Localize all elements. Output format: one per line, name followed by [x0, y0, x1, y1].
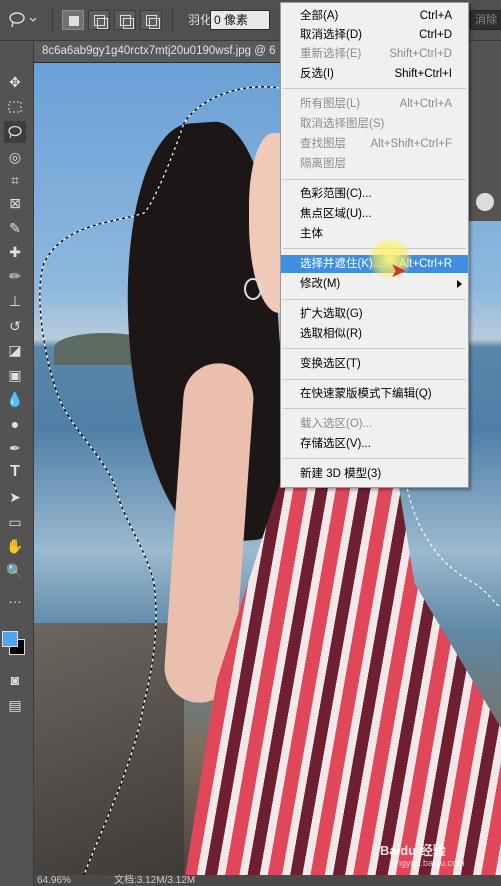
menu-item-all[interactable]: 全部(A) Ctrl+A — [281, 7, 468, 25]
move-tool-icon[interactable]: ✥ — [4, 71, 26, 93]
watermark-logo: Baidu 经验 — [380, 843, 446, 858]
marquee-tool-icon[interactable] — [4, 96, 26, 118]
intersect-selection-mode-button[interactable] — [140, 10, 162, 30]
menu-separator — [283, 179, 466, 180]
menu-separator — [283, 379, 466, 380]
menu-item-new-3d-extrusion[interactable]: 新建 3D 模型(3) — [281, 465, 468, 483]
divider — [52, 8, 53, 32]
menu-item-transform-selection[interactable]: 变换选区(T) — [281, 355, 468, 373]
clone-stamp-icon[interactable]: ⊥ — [4, 290, 26, 312]
feather-input[interactable]: 0 像素 — [210, 10, 270, 30]
menu-item-all-layers[interactable]: 所有图层(L) Alt+Ctrl+A — [281, 95, 468, 113]
menu-item-subject[interactable]: 主体 — [281, 225, 468, 243]
menu-item-color-range[interactable]: 色彩范围(C)... — [281, 185, 468, 203]
pen-tool-icon[interactable]: ✒ — [4, 437, 26, 459]
divider — [172, 8, 173, 32]
healing-brush-icon[interactable]: ✚ — [4, 241, 26, 263]
menu-item-focus-area[interactable]: 焦点区域(U)... — [281, 205, 468, 223]
brush-tool-icon[interactable]: ✏ — [4, 265, 26, 287]
hand-tool-icon[interactable]: ✋ — [4, 535, 26, 557]
menu-item-deselect-layers[interactable]: 取消选择图层(S) — [281, 115, 468, 133]
path-select-icon[interactable]: ➤ — [4, 486, 26, 508]
status-bar: 64.96% 文档:3.12M/3.12M — [34, 875, 501, 886]
menu-separator — [283, 348, 466, 349]
anti-alias-field[interactable]: 消除 — [470, 10, 501, 30]
watermark-url: jingyan.baidu.com — [392, 858, 465, 868]
subtract-selection-mode-button[interactable] — [114, 10, 136, 30]
menu-item-similar[interactable]: 选取相似(R) — [281, 325, 468, 343]
menu-item-grow[interactable]: 扩大选取(G) — [281, 305, 468, 323]
menu-item-inverse[interactable]: 反选(I) Shift+Ctrl+I — [281, 65, 468, 83]
menu-item-deselect[interactable]: 取消选择(D) Ctrl+D — [281, 26, 468, 44]
foreground-color-swatch[interactable] — [2, 631, 18, 647]
quick-mask-icon[interactable]: ◙ — [4, 669, 26, 691]
eyedropper-tool-icon[interactable]: ✎ — [4, 217, 26, 239]
lasso-preset-icon[interactable] — [8, 10, 42, 30]
menu-item-save-selection[interactable]: 存储选区(V)... — [281, 435, 468, 453]
zoom-tool-icon[interactable]: 🔍 — [4, 560, 26, 582]
more-tools-icon[interactable]: … — [4, 587, 26, 609]
add-to-selection-mode-button[interactable] — [88, 10, 110, 30]
submenu-arrow-icon — [457, 280, 462, 288]
frame-tool-icon[interactable]: ⊠ — [4, 192, 26, 214]
panel-toggle-icon[interactable] — [476, 193, 494, 211]
menu-item-reselect[interactable]: 重新选择(E) Shift+Ctrl+D — [281, 45, 468, 63]
blur-tool-icon[interactable]: 💧 — [4, 388, 26, 410]
menu-item-isolate-layers[interactable]: 隔离图层 — [281, 155, 468, 173]
dodge-tool-icon[interactable]: ● — [4, 413, 26, 435]
menu-separator — [283, 458, 466, 459]
menu-item-find-layers[interactable]: 查找图层 Alt+Shift+Ctrl+F — [281, 135, 468, 153]
menu-separator — [283, 299, 466, 300]
menu-item-quick-mask[interactable]: 在快速蒙版模式下编辑(Q) — [281, 385, 468, 403]
new-selection-mode-button[interactable] — [62, 10, 84, 30]
tools-panel: ✥ ◎ ⌗ ⊠ ✎ ✚ ✏ ⊥ ↺ ◪ ▣ 💧 ● ✒ T ➤ ▭ ✋ 🔍 … … — [0, 41, 34, 886]
document-tab[interactable]: 8c6a6ab9gy1g40rctx7mtj20u0190wsf.jpg @ 6 — [34, 41, 284, 62]
screen-mode-icon[interactable]: ▤ — [4, 694, 26, 716]
quick-select-tool-icon[interactable]: ◎ — [4, 146, 26, 168]
zoom-level[interactable]: 64.96% — [37, 875, 71, 886]
crop-tool-icon[interactable]: ⌗ — [4, 169, 26, 191]
shape-tool-icon[interactable]: ▭ — [4, 511, 26, 533]
type-tool-icon[interactable]: T — [4, 461, 26, 483]
document-info: 文档:3.12M/3.12M — [114, 875, 196, 886]
gradient-tool-icon[interactable]: ▣ — [4, 364, 26, 386]
lasso-tool-icon[interactable] — [4, 121, 26, 143]
right-panel — [468, 41, 501, 221]
menu-item-load-selection[interactable]: 载入选区(O)... — [281, 415, 468, 433]
menu-item-modify[interactable]: 修改(M) — [281, 275, 468, 293]
mouse-cursor-icon: ➤ — [390, 260, 407, 282]
eraser-tool-icon[interactable]: ◪ — [4, 339, 26, 361]
history-brush-icon[interactable]: ↺ — [4, 315, 26, 337]
menu-separator — [283, 88, 466, 89]
menu-separator — [283, 408, 466, 409]
